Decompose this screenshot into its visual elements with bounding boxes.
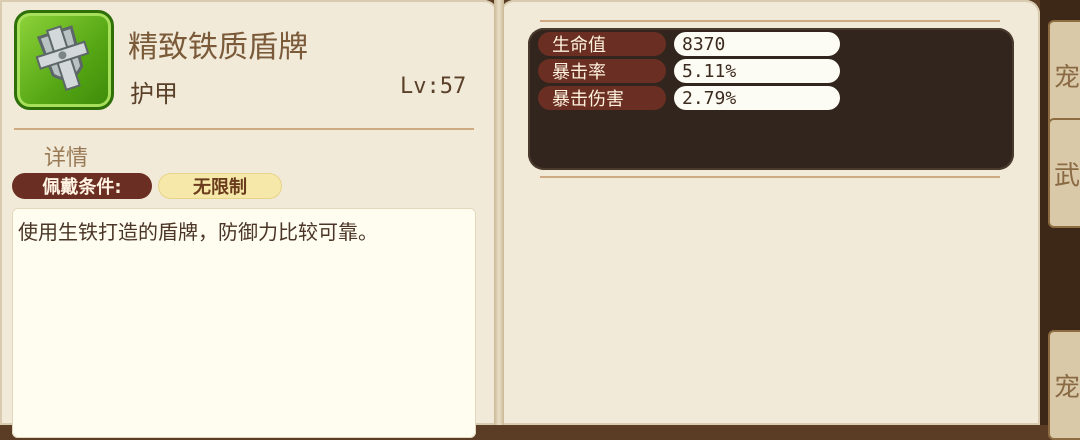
- item-description: 使用生铁打造的盾牌，防御力比较可靠。: [18, 220, 378, 244]
- side-tab-label: 宠: [1054, 62, 1080, 93]
- side-tab-weapon[interactable]: 武: [1048, 118, 1080, 228]
- side-tab-pet[interactable]: 宠: [1048, 20, 1080, 130]
- stats-bottom-divider: [540, 176, 1000, 178]
- side-tab-label: 宠: [1054, 372, 1080, 403]
- side-tab-pet-2[interactable]: 宠: [1048, 330, 1080, 440]
- stat-name: 暴击率: [538, 59, 666, 83]
- description-box: 使用生铁打造的盾牌，防御力比较可靠。: [12, 208, 476, 438]
- stat-value: 5.11%: [674, 59, 840, 83]
- requirement-value-badge: 无限制: [158, 173, 282, 199]
- requirement-label: 佩戴条件:: [12, 173, 152, 199]
- stats-panel: 生命值 8370 暴击率 5.11% 暴击伤害 2.79%: [528, 28, 1014, 170]
- stat-value: 8370: [674, 32, 840, 56]
- iron-shield-icon: [14, 10, 114, 110]
- header-divider: [14, 128, 474, 130]
- side-tab-label: 武: [1054, 160, 1080, 191]
- stat-value: 2.79%: [674, 86, 840, 110]
- book-spine: [494, 0, 504, 425]
- details-section-title: 详情: [44, 146, 89, 171]
- stat-name: 生命值: [538, 32, 666, 56]
- stats-top-divider: [540, 20, 1000, 22]
- item-type: 护甲: [130, 80, 178, 108]
- shield-graphic: [35, 25, 90, 92]
- stat-name: 暴击伤害: [538, 86, 666, 110]
- item-level: Lv:57: [400, 74, 467, 99]
- item-name: 精致铁质盾牌: [128, 30, 308, 65]
